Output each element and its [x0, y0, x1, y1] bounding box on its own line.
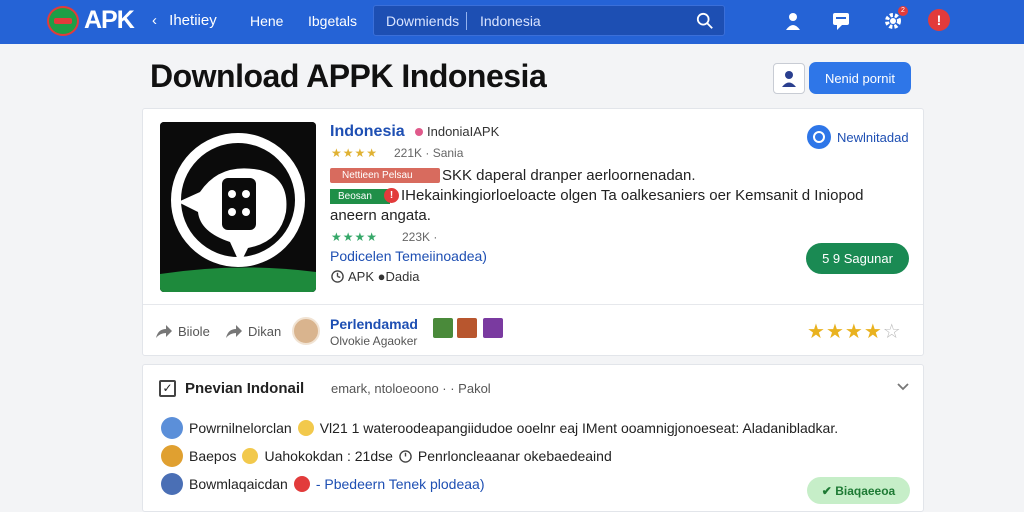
primary-action-button[interactable]: Nenid pornit [809, 62, 911, 94]
developer-link[interactable]: Podicelen Temeiinoadea) [330, 248, 487, 264]
check-icon: ✔ [821, 483, 832, 498]
warning-icon: ! [384, 188, 399, 203]
logo-icon[interactable] [47, 6, 79, 36]
send-icon [226, 325, 242, 338]
alert-icon [293, 476, 310, 492]
list-item-text: Vl21 1 wateroodeapangiidudoe ooelnr eaj … [319, 420, 839, 436]
app-stars: ★★★★ [331, 146, 379, 160]
settings-icon[interactable]: 2 [882, 6, 908, 32]
list-item-label: Powrnilnelorclan [189, 420, 292, 436]
avatar [161, 445, 183, 467]
smile-icon [297, 420, 314, 436]
app-tag: IndoniaIAPK [415, 124, 499, 139]
star-icon: ★ [807, 321, 826, 343]
clock-icon [399, 449, 412, 463]
info-panel: ✓ Pnevian Indonail emark, ntoloeoono · ·… [142, 364, 924, 512]
list-item-label: Bowmlaqaicdan [189, 476, 288, 492]
avatar [161, 417, 183, 439]
app-meta: 221K · Sania [394, 146, 464, 160]
card-divider [143, 304, 923, 305]
nav-link-home[interactable]: Hene [250, 13, 283, 29]
download-button[interactable]: 5 9 Sagunar [806, 243, 909, 274]
list-item: Powrnilnelorclan Vl21 1 wateroodeapangii… [161, 417, 838, 439]
page-title: Download APPK Indonesia [150, 58, 547, 94]
app-logo-graphic [160, 122, 316, 292]
list-item: Baepos Uahokokdan : 21dse Penrloncleaana… [161, 445, 612, 467]
app-size: APK ●Dadia [331, 269, 419, 284]
verified-icon [807, 125, 831, 149]
avatar [161, 473, 183, 495]
logo-text[interactable]: APK [84, 6, 135, 35]
account-icon[interactable] [782, 10, 804, 32]
app-description-line-3: aneern angata. [330, 207, 431, 224]
author-avatar[interactable] [292, 317, 320, 345]
verified-status[interactable]: Newlnitadad [807, 125, 909, 149]
category-badge: Nettieen Pelsau [330, 168, 440, 183]
list-item-link[interactable]: - Pbedeern Tenek plodeaa) [316, 476, 485, 492]
notification-badge: 2 [898, 6, 908, 16]
app-description-line-1: SKK daperal dranper aerloornenadan. [442, 167, 696, 184]
search-input[interactable] [480, 10, 680, 32]
clock-icon [331, 270, 344, 283]
screenshot-thumb-1[interactable] [433, 318, 453, 338]
search-category[interactable]: Dowmiends [386, 13, 459, 29]
panel-title: Pnevian Indonail [185, 380, 305, 397]
search-divider [466, 12, 467, 30]
star-outline-icon: ☆ [882, 321, 902, 343]
smile-icon [242, 448, 259, 464]
search-icon[interactable] [696, 12, 714, 30]
list-item-text: Uahokokdan : 21dse [264, 448, 393, 464]
app-name[interactable]: Indonesia [330, 123, 405, 141]
confirm-button[interactable]: ✔ Biaqaeeoa [807, 477, 910, 504]
screenshot-thumb-3[interactable] [483, 318, 503, 338]
status-badge: Beosan [330, 189, 390, 204]
author-subtitle: Olvokie Agaoker [330, 334, 418, 348]
top-navigation: APK ‹ Ihetiiey Hene Ibgetals Dowmiends 2… [0, 0, 1024, 44]
list-item-label: Baepos [189, 448, 237, 464]
panel-checkbox[interactable]: ✓ [159, 380, 176, 397]
chat-icon[interactable] [830, 10, 852, 32]
app-stars-secondary: ★★★★ [331, 230, 379, 244]
list-item-extra: Penrloncleaanar okebaedeaind [417, 448, 612, 464]
list-item: Bowmlaqaicdan - Pbedeern Tenek plodeaa) [161, 473, 485, 495]
screenshot-thumb-2[interactable] [457, 318, 477, 338]
user-icon [782, 70, 796, 87]
app-meta-secondary: 223K · [402, 230, 438, 244]
nav-link-details[interactable]: Ibgetals [308, 13, 357, 29]
star-icon: ★ [825, 321, 845, 343]
author-rating[interactable]: ★★★★☆ [807, 319, 902, 344]
nav-back-link[interactable]: ‹ Ihetiiey [152, 12, 217, 29]
app-icon[interactable] [160, 122, 316, 292]
share-button[interactable]: Biiole [155, 323, 210, 339]
app-card: Indonesia IndoniaIAPK ★★★★ 221K · Sania … [142, 108, 924, 356]
chevron-down-icon[interactable] [895, 379, 911, 395]
profile-button[interactable] [773, 63, 805, 94]
nav-back-label: Ihetiiey [169, 12, 217, 29]
search-bar: Dowmiends [373, 5, 725, 36]
star-icon: ★ [863, 321, 883, 343]
star-icon: ★ [844, 321, 864, 343]
alert-icon[interactable]: ! [928, 9, 950, 31]
share-icon [156, 325, 172, 338]
verified-label: Newlnitadad [837, 129, 909, 145]
author-name[interactable]: Perlendamad [330, 316, 418, 332]
send-button[interactable]: Dikan [225, 323, 281, 339]
panel-subtitle: emark, ntoloeoono · · Pakol [331, 381, 491, 396]
tag-dot-icon [415, 128, 423, 136]
app-description-line-2: IHekainkingiorloeloacte olgen Ta oalkesa… [401, 187, 864, 204]
chevron-left-icon: ‹ [152, 12, 157, 29]
